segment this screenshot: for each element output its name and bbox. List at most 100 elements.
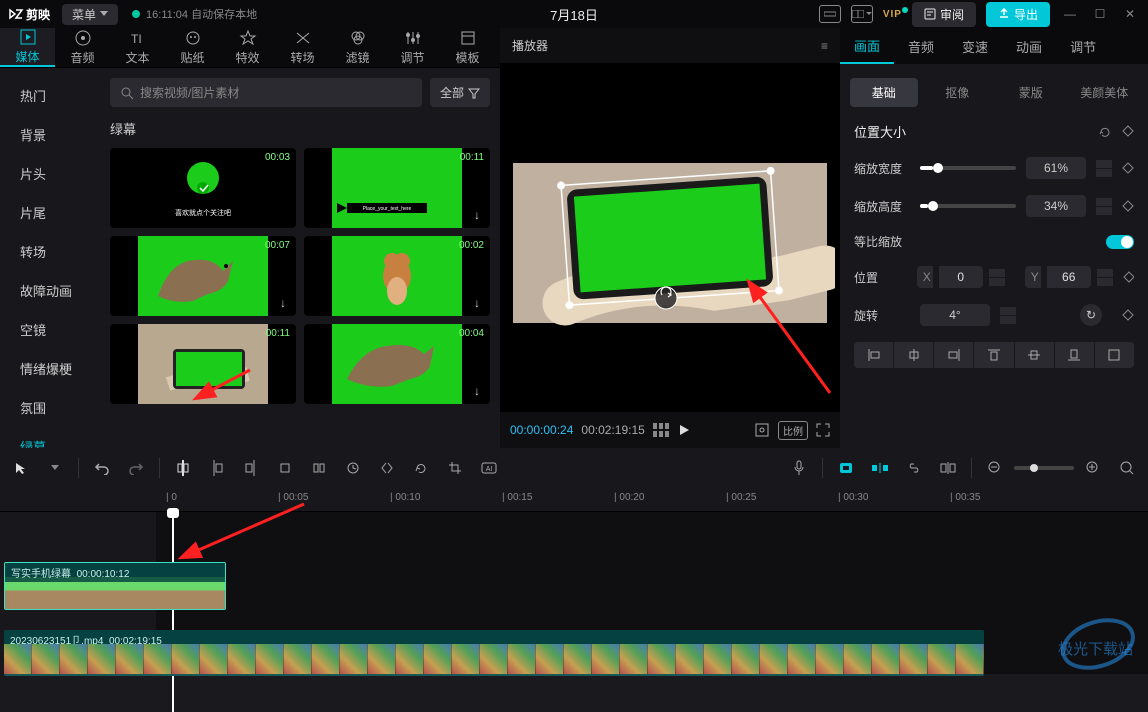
minimize-button[interactable]: — [1060,4,1080,24]
search-input[interactable]: 搜索视频/图片素材 [110,78,422,107]
spinner[interactable] [1096,160,1112,177]
layout-icon[interactable] [851,5,873,23]
align-center-h[interactable] [894,342,934,368]
magnet-main-button[interactable] [831,453,861,483]
player-viewport[interactable] [500,64,840,412]
main-menu-button[interactable]: 菜单 [62,4,118,25]
subtab-beauty[interactable]: 美颜美体 [1071,78,1139,107]
timeline-clip-main[interactable]: 20230623151卩.mp4 00:02:19:15 [4,630,984,676]
ratio-button[interactable]: 比例 [778,421,808,440]
tab-sticker[interactable]: 贴纸 [165,28,220,67]
scale-width-slider[interactable] [920,166,1016,170]
keyframe-icon[interactable] [1122,200,1134,212]
spinner[interactable] [1097,269,1113,286]
zoom-fit-button[interactable] [1112,453,1142,483]
keyframe-icon[interactable] [1123,271,1134,283]
tab-template[interactable]: 模板 [440,28,495,67]
reverse-button[interactable] [338,453,368,483]
align-center-v[interactable] [1015,342,1055,368]
y-value[interactable]: 66 [1047,266,1091,288]
link-button[interactable] [899,453,929,483]
sidebar-item-background[interactable]: 背景 [0,115,100,154]
asset-thumb[interactable]: Place_your_text_here 00:11 ↓ [304,148,490,228]
magnet-aux-button[interactable] [865,453,895,483]
vip-badge[interactable]: VIP [883,9,902,20]
delete-left-button[interactable] [202,453,232,483]
sidebar-item-outro[interactable]: 片尾 [0,193,100,232]
scale-height-slider[interactable] [920,204,1016,208]
shortcut-icon[interactable] [819,5,841,23]
tab-audio[interactable]: 音频 [55,28,110,67]
tab-media[interactable]: 媒体 [0,28,55,67]
scale-width-value[interactable]: 61% [1026,157,1086,179]
grid-icon[interactable] [653,423,669,437]
keyframe-icon[interactable] [1122,125,1134,137]
undo-button[interactable] [87,453,117,483]
rotate-step-button[interactable]: ↻ [1080,304,1102,326]
export-button[interactable]: 导出 [986,2,1050,27]
zoom-out-button[interactable] [980,453,1010,483]
tab-transition[interactable]: 转场 [275,28,330,67]
freeze-button[interactable] [304,453,334,483]
playhead[interactable] [172,512,174,712]
download-icon[interactable]: ↓ [468,382,486,400]
lock-ratio-toggle[interactable] [1106,235,1134,249]
spinner[interactable] [989,269,1005,286]
sidebar-item-hot[interactable]: 热门 [0,76,100,115]
sidebar-item-glitch[interactable]: 故障动画 [0,271,100,310]
preview-cut-button[interactable] [933,453,963,483]
keyframe-icon[interactable] [1122,309,1134,321]
delete-right-button[interactable] [236,453,266,483]
asset-thumb[interactable]: 00:07 ↓ [110,236,296,316]
align-full[interactable] [1095,342,1134,368]
download-icon[interactable]: ↓ [468,206,486,224]
align-right[interactable] [934,342,974,368]
sidebar-item-mood[interactable]: 氛围 [0,388,100,427]
select-tool[interactable] [6,453,36,483]
select-dropdown[interactable] [40,453,70,483]
download-icon[interactable]: ↓ [468,294,486,312]
redo-button[interactable] [121,453,151,483]
keyframe-icon[interactable] [1122,162,1134,174]
record-button[interactable] [784,453,814,483]
tab-text[interactable]: TI 文本 [110,28,165,67]
zoom-slider[interactable] [1014,466,1074,470]
close-button[interactable]: ✕ [1120,4,1140,24]
prop-tab-adjust[interactable]: 调节 [1056,28,1110,64]
rotate-button[interactable] [406,453,436,483]
ai-button[interactable]: AI [474,453,504,483]
prop-tab-audio[interactable]: 音频 [894,28,948,64]
scale-height-value[interactable]: 34% [1026,195,1086,217]
tab-filter[interactable]: 滤镜 [330,28,385,67]
zoom-in-button[interactable] [1078,453,1108,483]
prop-tab-speed[interactable]: 变速 [948,28,1002,64]
asset-thumb[interactable]: 00:02 ↓ [304,236,490,316]
filter-button[interactable]: 全部 [430,78,490,107]
subtab-mask[interactable]: 蒙版 [997,78,1065,107]
asset-thumb[interactable]: 喜欢就点个关注吧 00:03 [110,148,296,228]
align-left[interactable] [854,342,894,368]
download-icon[interactable]: ↓ [274,294,292,312]
asset-thumb[interactable]: 00:11 [110,324,296,404]
crop-button[interactable] [270,453,300,483]
player-menu-icon[interactable]: ≡ [821,39,828,53]
x-value[interactable]: 0 [939,266,983,288]
maximize-button[interactable]: ☐ [1090,4,1110,24]
review-button[interactable]: 审阅 [912,2,976,27]
fullscreen-icon[interactable] [816,423,830,437]
fullframe-icon[interactable] [754,422,770,438]
align-bottom[interactable] [1055,342,1095,368]
crop2-button[interactable] [440,453,470,483]
mirror-button[interactable] [372,453,402,483]
tab-adjust[interactable]: 调节 [385,28,440,67]
sidebar-item-meme[interactable]: 情绪爆梗 [0,349,100,388]
timeline-clip-overlay[interactable]: 写实手机绿幕 00:00:10:12 [4,562,226,610]
sidebar-item-empty[interactable]: 空镜 [0,310,100,349]
sidebar-item-transition[interactable]: 转场 [0,232,100,271]
reset-icon[interactable] [1098,125,1112,139]
subtab-basic[interactable]: 基础 [850,78,918,107]
prop-tab-anim[interactable]: 动画 [1002,28,1056,64]
spinner[interactable] [1096,198,1112,215]
play-button[interactable] [677,423,691,437]
split-button[interactable] [168,453,198,483]
